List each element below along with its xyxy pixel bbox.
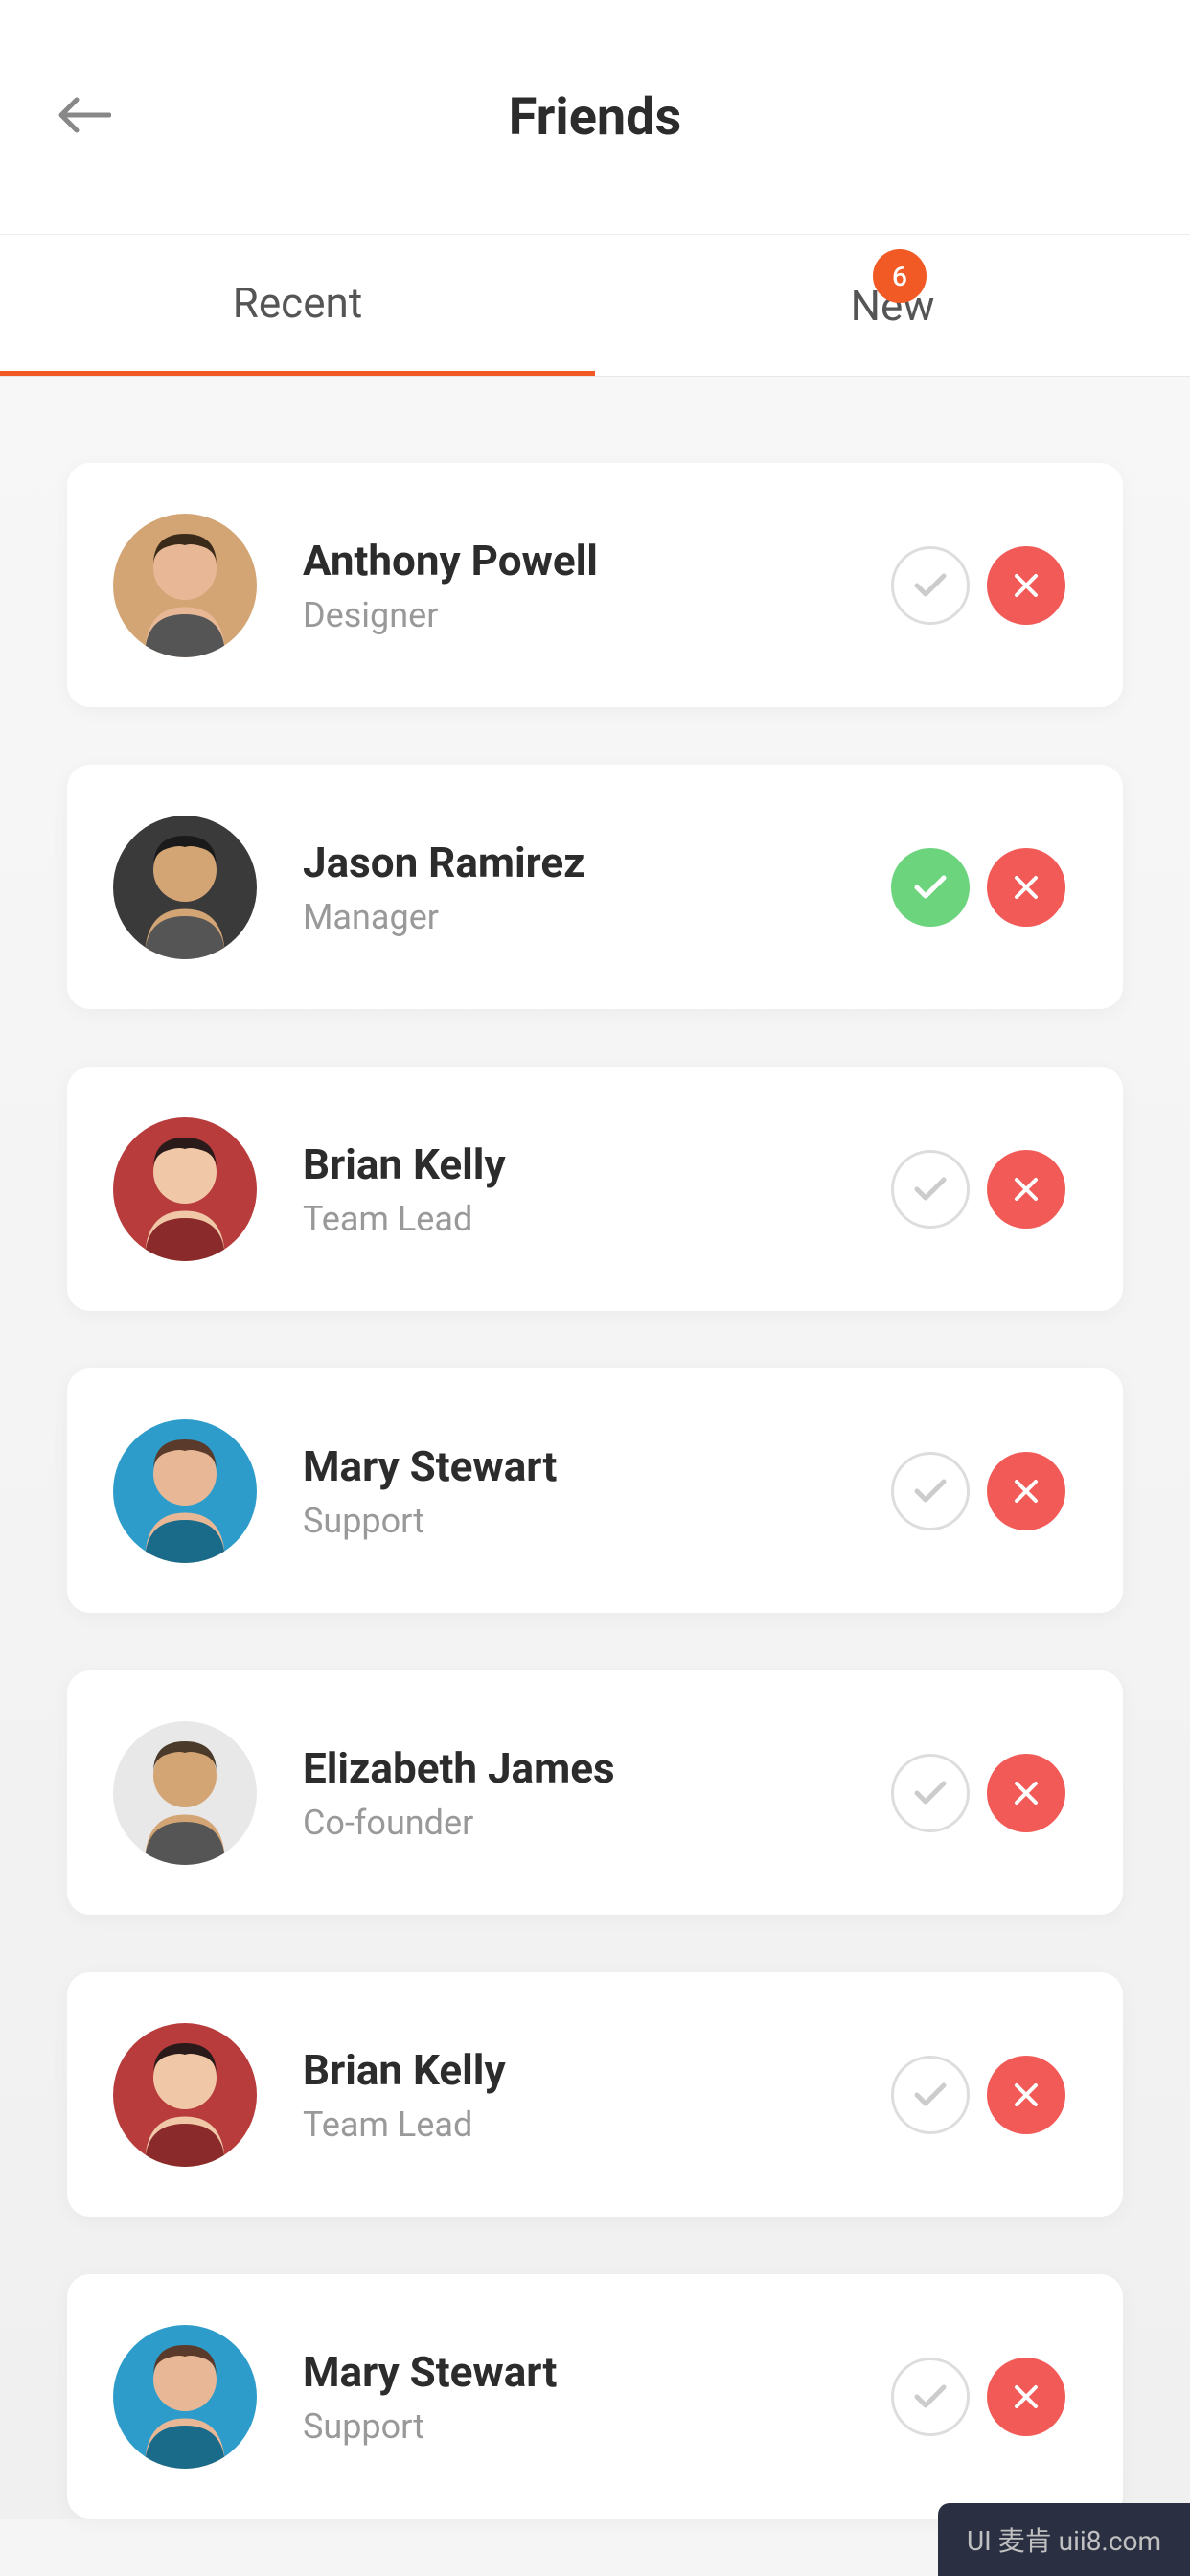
close-icon (1012, 1477, 1041, 1506)
friend-actions (891, 2056, 1065, 2134)
close-icon (1012, 2081, 1041, 2109)
page-title: Friends (509, 87, 682, 148)
friend-info: Brian Kelly Team Lead (303, 2045, 891, 2145)
friend-info: Jason Ramirez Manager (303, 838, 891, 937)
friend-actions (891, 546, 1065, 625)
check-icon (913, 572, 948, 599)
check-icon (913, 2383, 948, 2410)
friend-name: Anthony Powell (303, 536, 891, 586)
reject-button[interactable] (987, 2358, 1065, 2436)
avatar-image (113, 816, 257, 959)
friend-card: Elizabeth James Co-founder (67, 1670, 1123, 1915)
friend-info: Mary Stewart Support (303, 2347, 891, 2447)
accept-button[interactable] (891, 2056, 970, 2134)
reject-button[interactable] (987, 1150, 1065, 1229)
check-icon (913, 1478, 948, 1505)
friend-actions (891, 1150, 1065, 1229)
reject-button[interactable] (987, 848, 1065, 927)
close-icon (1012, 1779, 1041, 1807)
reject-button[interactable] (987, 1754, 1065, 1832)
tab-recent[interactable]: Recent (0, 235, 595, 376)
avatar (113, 2325, 257, 2469)
back-button[interactable] (57, 96, 111, 138)
friend-name: Mary Stewart (303, 2347, 891, 2397)
friend-name: Brian Kelly (303, 2045, 891, 2095)
accept-button[interactable] (891, 1452, 970, 1530)
close-icon (1012, 873, 1041, 902)
header: Friends (0, 0, 1190, 235)
new-badge: 6 (873, 249, 927, 303)
accept-button[interactable] (891, 1754, 970, 1832)
friend-name: Jason Ramirez (303, 838, 891, 887)
friend-role: Team Lead (303, 1199, 891, 1239)
friend-role: Support (303, 1501, 891, 1541)
friend-info: Elizabeth James Co-founder (303, 1743, 891, 1843)
friend-name: Mary Stewart (303, 1441, 891, 1491)
friend-card: Brian Kelly Team Lead (67, 1067, 1123, 1311)
tab-recent-label: Recent (233, 278, 363, 328)
reject-button[interactable] (987, 546, 1065, 625)
accept-button[interactable] (891, 546, 970, 625)
friend-card: Jason Ramirez Manager (67, 765, 1123, 1009)
friend-info: Anthony Powell Designer (303, 536, 891, 635)
avatar (113, 1419, 257, 1563)
avatar-image (113, 1721, 257, 1865)
check-icon (913, 2082, 948, 2108)
watermark: UI 麦肯 uii8.com (938, 2503, 1190, 2576)
friend-card: Anthony Powell Designer (67, 463, 1123, 707)
accept-button[interactable] (891, 1150, 970, 1229)
friend-actions (891, 848, 1065, 927)
tab-new[interactable]: New 6 (595, 235, 1190, 376)
avatar (113, 1721, 257, 1865)
close-icon (1012, 2382, 1041, 2411)
avatar (113, 1117, 257, 1261)
friend-name: Brian Kelly (303, 1139, 891, 1189)
avatar (113, 514, 257, 657)
friend-role: Designer (303, 595, 891, 635)
friend-role: Support (303, 2406, 891, 2447)
friends-list: Anthony Powell Designer Jason Ramirez Ma (0, 377, 1190, 2518)
avatar-image (113, 2325, 257, 2469)
friend-card: Mary Stewart Support (67, 2274, 1123, 2518)
arrow-left-icon (57, 96, 111, 134)
friend-card: Brian Kelly Team Lead (67, 1972, 1123, 2217)
accept-button[interactable] (891, 2358, 970, 2436)
friend-info: Mary Stewart Support (303, 1441, 891, 1541)
close-icon (1012, 571, 1041, 600)
friend-role: Manager (303, 897, 891, 937)
accept-button[interactable] (891, 848, 970, 927)
friend-role: Co-founder (303, 1803, 891, 1843)
avatar-image (113, 1117, 257, 1261)
avatar-image (113, 514, 257, 657)
check-icon (913, 1176, 948, 1203)
friend-name: Elizabeth James (303, 1743, 891, 1793)
friend-card: Mary Stewart Support (67, 1368, 1123, 1613)
check-icon (913, 874, 948, 901)
tabs: Recent New 6 (0, 235, 1190, 377)
reject-button[interactable] (987, 1452, 1065, 1530)
avatar (113, 816, 257, 959)
friend-role: Team Lead (303, 2104, 891, 2145)
friend-actions (891, 1754, 1065, 1832)
reject-button[interactable] (987, 2056, 1065, 2134)
avatar (113, 2023, 257, 2167)
friend-actions (891, 2358, 1065, 2436)
close-icon (1012, 1175, 1041, 1204)
avatar-image (113, 1419, 257, 1563)
check-icon (913, 1780, 948, 1806)
friend-actions (891, 1452, 1065, 1530)
avatar-image (113, 2023, 257, 2167)
friend-info: Brian Kelly Team Lead (303, 1139, 891, 1239)
